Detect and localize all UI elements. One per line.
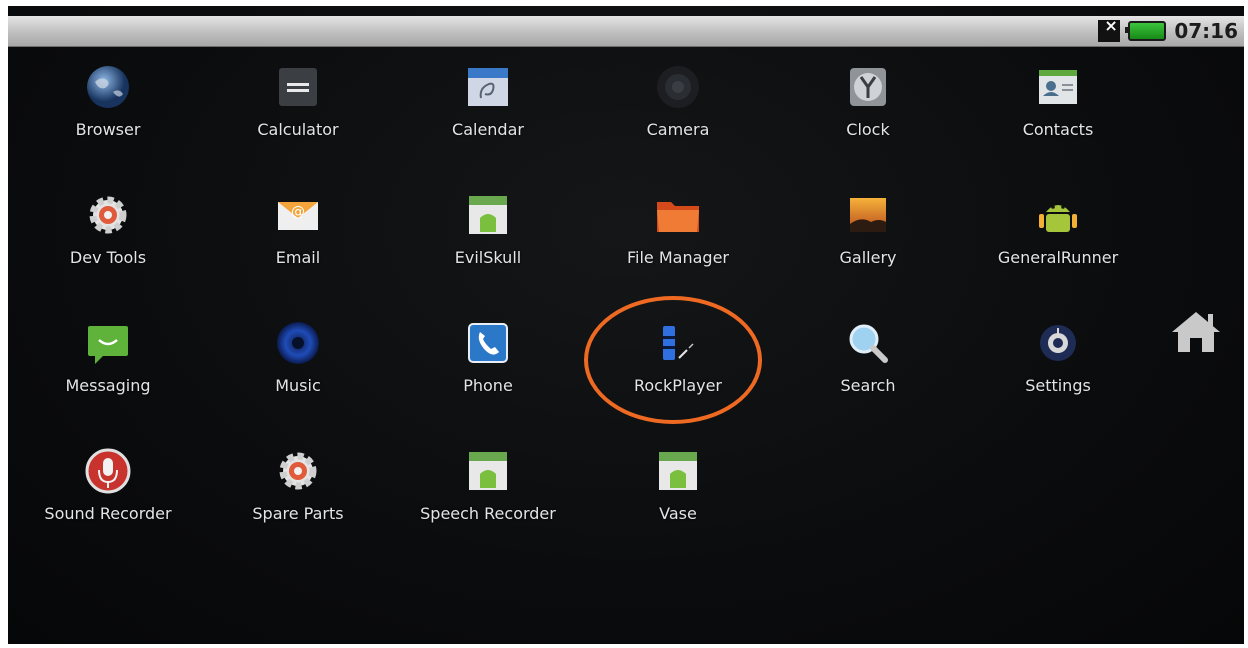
app-label: Gallery [839, 248, 897, 267]
picture-icon [843, 190, 893, 240]
settings-icon [1033, 318, 1083, 368]
app-vase[interactable]: Vase [588, 446, 768, 523]
app-contacts[interactable]: Contacts [968, 62, 1148, 139]
app-label: Email [275, 248, 321, 267]
app-browser[interactable]: Browser [18, 62, 198, 139]
app-label: Music [275, 376, 321, 395]
app-dev-tools[interactable]: Dev Tools [18, 190, 198, 267]
app-label: Search [840, 376, 896, 395]
svg-text:@: @ [291, 204, 305, 220]
app-evilskull[interactable]: EvilSkull [398, 190, 578, 267]
no-signal-icon [1098, 16, 1121, 42]
home-button[interactable] [1168, 306, 1224, 356]
app-phone[interactable]: Phone [398, 318, 578, 395]
app-label: GeneralRunner [997, 248, 1119, 267]
app-search[interactable]: Search [778, 318, 958, 395]
app-label: Camera [646, 120, 710, 139]
app-settings[interactable]: Settings [968, 318, 1148, 395]
calendar-icon [463, 62, 513, 112]
phone-icon [463, 318, 513, 368]
app-gallery[interactable]: Gallery [778, 190, 958, 267]
highlight-circle [584, 296, 762, 424]
launcher-screen: 07:16 Browser Calculator [8, 6, 1244, 644]
speaker-icon [273, 318, 323, 368]
globe-icon [83, 62, 133, 112]
status-bar[interactable]: 07:16 [8, 16, 1244, 47]
app-file-manager[interactable]: File Manager [588, 190, 768, 267]
app-label: File Manager [627, 248, 729, 267]
app-camera[interactable]: Camera [588, 62, 768, 139]
app-calculator[interactable]: Calculator [208, 62, 388, 139]
contacts-icon [1033, 62, 1083, 112]
camera-icon [653, 62, 703, 112]
microphone-icon [83, 446, 133, 496]
calculator-icon [273, 62, 323, 112]
android-app-icon [653, 446, 703, 496]
app-clock[interactable]: Clock [778, 62, 958, 139]
app-messaging[interactable]: Messaging [18, 318, 198, 395]
android-app-icon [463, 446, 513, 496]
gear-icon [273, 446, 323, 496]
app-label: Calculator [257, 120, 339, 139]
app-label: Speech Recorder [420, 504, 556, 523]
gear-icon [83, 190, 133, 240]
app-label: EvilSkull [454, 248, 522, 267]
app-label: Contacts [1022, 120, 1094, 139]
app-label: Sound Recorder [44, 504, 172, 523]
android-robot-icon [1033, 190, 1083, 240]
clock-icon [843, 62, 893, 112]
home-icon [1172, 312, 1220, 352]
app-calendar[interactable]: Calendar [398, 62, 578, 139]
magnifier-icon [843, 318, 893, 368]
app-label: Clock [846, 120, 890, 139]
status-indicators: 07:16 [1098, 16, 1238, 44]
message-icon [83, 318, 133, 368]
battery-icon [1125, 21, 1167, 41]
app-music[interactable]: Music [208, 318, 388, 395]
app-label: Phone [463, 376, 513, 395]
app-label: Browser [75, 120, 141, 139]
app-label: Messaging [65, 376, 151, 395]
android-app-icon [463, 190, 513, 240]
app-generalrunner[interactable]: GeneralRunner [968, 190, 1148, 267]
folder-icon [653, 190, 703, 240]
status-clock: 07:16 [1174, 19, 1238, 43]
app-spare-parts[interactable]: Spare Parts [208, 446, 388, 523]
app-label: Spare Parts [252, 504, 344, 523]
app-sound-recorder[interactable]: Sound Recorder [18, 446, 198, 523]
app-label: Calendar [452, 120, 524, 139]
app-email[interactable]: @ Email [208, 190, 388, 267]
app-label: Vase [659, 504, 697, 523]
app-label: Dev Tools [69, 248, 147, 267]
app-label: Settings [1025, 376, 1091, 395]
envelope-icon: @ [273, 190, 323, 240]
app-speech-recorder[interactable]: Speech Recorder [398, 446, 578, 523]
